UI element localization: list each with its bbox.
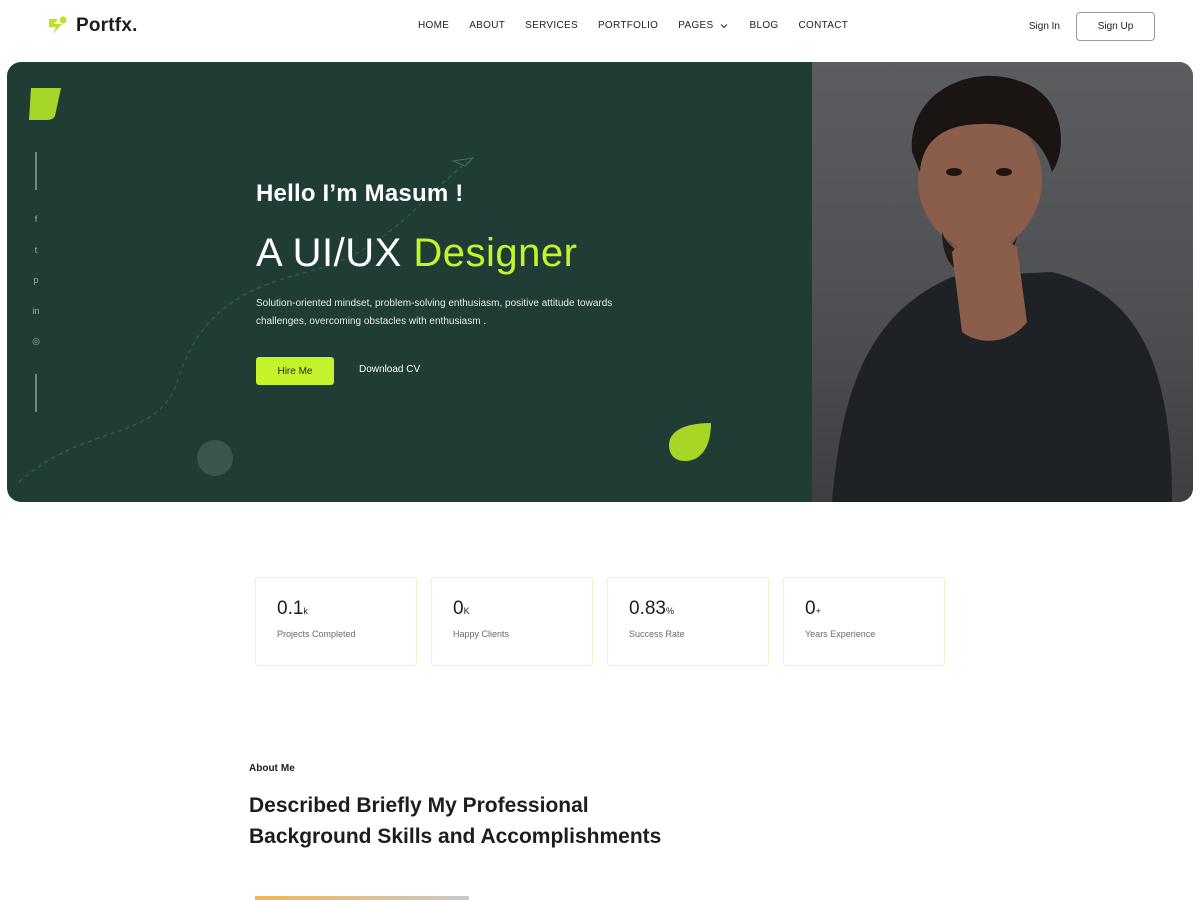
leaf-badge-icon — [29, 88, 61, 120]
main-nav: HOME ABOUT SERVICES PORTFOLIO PAGES BLOG… — [418, 20, 868, 31]
stat-value: 0.83 — [629, 598, 666, 619]
nav-home-label: HOME — [418, 20, 450, 31]
hero-section: f t p in ◎ Hello I’m Masum ! A UI/UX Des… — [7, 62, 1193, 502]
nav-pages[interactable]: PAGES — [678, 20, 729, 31]
hero-title: A UI/UX Designer — [256, 231, 577, 276]
sign-in-link[interactable]: Sign In — [1029, 21, 1060, 32]
leaf-decoration-icon — [669, 423, 711, 461]
nav-about[interactable]: ABOUT — [469, 20, 505, 31]
linkedin-icon[interactable]: in — [30, 305, 42, 317]
nav-services[interactable]: SERVICES — [525, 20, 578, 31]
pinterest-icon[interactable]: p — [30, 274, 42, 286]
hire-me-button[interactable]: Hire Me — [256, 357, 334, 385]
social-divider-top — [35, 152, 37, 190]
stat-label: Years Experience — [805, 629, 876, 639]
decorative-circle — [197, 440, 233, 476]
nav-home[interactable]: HOME — [418, 20, 449, 31]
stat-suffix: k — [303, 606, 308, 616]
hero-portrait-photo — [812, 62, 1193, 502]
nav-blog[interactable]: BLOG — [749, 20, 778, 31]
facebook-icon[interactable]: f — [30, 213, 42, 225]
about-image-edge — [255, 896, 469, 900]
stat-label: Success Rate — [629, 629, 685, 639]
stat-value: 0.1 — [277, 598, 304, 619]
nav-services-label: SERVICES — [525, 20, 578, 31]
logo-icon — [49, 16, 67, 34]
social-divider-bottom — [35, 374, 37, 412]
stat-value-wrap: 0K — [453, 598, 571, 620]
stat-card: 0+ Years Experience — [783, 577, 945, 666]
about-tag-highlight-text: Me — [280, 763, 295, 774]
stat-value-wrap: 0+ — [805, 598, 923, 620]
stat-suffix: % — [665, 606, 674, 616]
stat-value-wrap: 0.1k — [277, 598, 395, 620]
stat-label: Happy Clients — [453, 629, 510, 639]
nav-blog-label: BLOG — [749, 20, 779, 31]
logo-text: Portfx. — [76, 15, 138, 36]
stat-value-wrap: 0.83% — [629, 598, 747, 620]
nav-portfolio-label: PORTFOLIO — [597, 20, 659, 31]
portrait-illustration — [832, 75, 1172, 502]
auth-actions: Sign In Sign Up — [1029, 12, 1155, 41]
nav-contact[interactable]: CONTACT — [798, 20, 848, 31]
stat-label: Projects Completed — [277, 629, 356, 639]
hero-greeting: Hello I’m Masum ! — [256, 180, 464, 207]
site-header: Portfx. HOME ABOUT SERVICES PORTFOLIO PA… — [0, 0, 1200, 60]
logo[interactable]: Portfx. — [46, 14, 138, 38]
sign-up-button[interactable]: Sign Up — [1076, 12, 1155, 41]
stat-card: 0.83% Success Rate — [607, 577, 769, 666]
about-tag-highlight: Me — [278, 759, 297, 777]
hero-title-prefix: A UI/UX — [256, 231, 414, 275]
nav-contact-label: CONTACT — [798, 20, 849, 31]
stat-value: 0 — [453, 598, 464, 619]
stat-card: 0K Happy Clients — [431, 577, 593, 666]
stat-suffix: + — [815, 606, 821, 616]
download-cv-button[interactable]: Download CV — [359, 364, 420, 375]
twitter-icon[interactable]: t — [30, 244, 42, 256]
chevron-down-icon — [721, 23, 728, 28]
nav-about-label: ABOUT — [469, 20, 506, 31]
stat-value: 0 — [805, 598, 816, 619]
about-heading: Described Briefly My Professional Backgr… — [249, 794, 662, 848]
about-tag-prefix: About — [249, 763, 278, 774]
dribbble-icon[interactable]: ◎ — [30, 335, 42, 347]
nav-portfolio[interactable]: PORTFOLIO — [598, 20, 658, 31]
hero-title-accent: Designer — [413, 231, 578, 275]
stat-suffix: K — [463, 606, 470, 616]
stat-card: 0.1k Projects Completed — [255, 577, 417, 666]
hero-description: Solution-oriented mindset, problem-solvi… — [256, 298, 613, 327]
nav-pages-label: PAGES — [678, 20, 714, 31]
stats-row: 0.1k Projects Completed 0K Happy Clients… — [255, 577, 945, 666]
about-tag: About Me — [249, 759, 297, 777]
